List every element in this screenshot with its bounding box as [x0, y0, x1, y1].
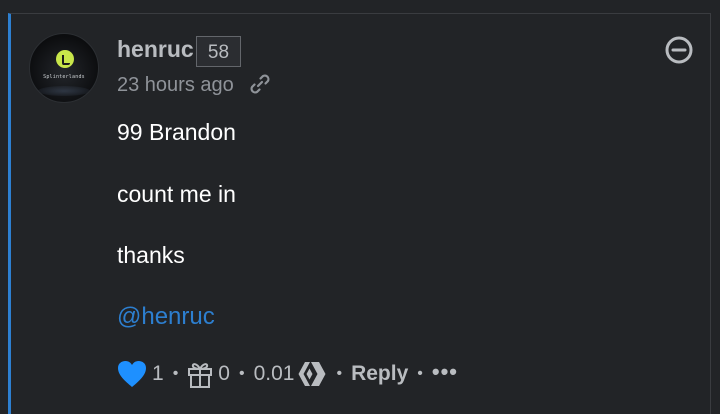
- tip-count: 0: [218, 362, 230, 385]
- splinterlands-logo-icon: [56, 50, 74, 68]
- gift-icon[interactable]: [187, 360, 213, 388]
- heart-icon[interactable]: [117, 360, 147, 388]
- tip-button[interactable]: 0: [187, 360, 230, 388]
- vote-count: 1: [152, 362, 164, 385]
- separator: •: [417, 365, 423, 382]
- minus-circle-icon[interactable]: [664, 35, 694, 65]
- link-icon[interactable]: [248, 72, 272, 96]
- payout-value: 0.01: [253, 362, 295, 385]
- timestamp[interactable]: 23 hours ago: [117, 74, 234, 97]
- vote-button[interactable]: 1: [117, 360, 164, 388]
- comment-card: [8, 13, 711, 414]
- comment-line-3: thanks: [117, 242, 185, 268]
- avatar[interactable]: Splinterlands: [29, 33, 99, 103]
- reply-button[interactable]: Reply: [351, 362, 408, 386]
- comment-line-1: 99 Brandon: [117, 119, 236, 145]
- separator: •: [238, 365, 245, 382]
- reputation-badge: 58: [196, 36, 241, 67]
- avatar-text: Splinterlands: [43, 74, 85, 80]
- mention-link[interactable]: @henruc: [117, 303, 215, 331]
- separator: •: [336, 365, 343, 382]
- separator: •: [172, 365, 179, 382]
- action-bar: 1 • 0 • 0.01 • Reply • •••: [117, 358, 458, 390]
- hive-icon: [298, 362, 326, 386]
- page: Splinterlands henruc 58 23 hours ago 99 …: [0, 0, 720, 414]
- payout[interactable]: 0.01: [254, 361, 328, 387]
- comment-line-2: count me in: [117, 181, 236, 207]
- more-options-icon[interactable]: •••: [432, 359, 458, 385]
- author-name[interactable]: henruc: [117, 36, 194, 63]
